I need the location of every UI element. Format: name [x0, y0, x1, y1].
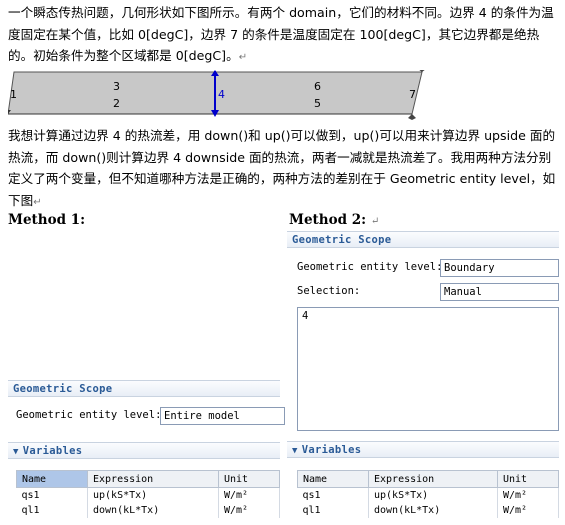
variable-expression-cell[interactable]: up(kS*Tx): [87, 487, 219, 503]
geometric-scope-title: Geometric Scope: [13, 383, 113, 395]
column-header-unit[interactable]: Unit: [497, 470, 559, 488]
intro-text: 一个瞬态传热问题，几何形状如下图所示。有两个 domain，它们的材料不同。边界…: [8, 5, 554, 63]
column-header-name[interactable]: Name: [297, 470, 369, 488]
variable-expression-cell[interactable]: up(kS*Tx): [368, 487, 498, 503]
boundary-5-label: 5: [314, 97, 321, 110]
method-2-heading: Method 2: ↵: [289, 212, 379, 228]
collapse-triangle-icon: ▼: [13, 447, 19, 457]
selection-list-item[interactable]: 4: [302, 310, 308, 322]
variable-name-cell[interactable]: qs1: [16, 487, 88, 503]
paragraph-return-mark: ↵: [33, 196, 42, 208]
table-row[interactable]: ql1 down(kL*Tx) W/m²: [16, 503, 280, 518]
selection-select[interactable]: Manual: [440, 283, 559, 301]
variable-expression-cell[interactable]: down(kL*Tx): [368, 503, 498, 518]
variables-table: Name Expression Unit qs1 up(kS*Tx) W/m² …: [297, 470, 559, 518]
question-paragraph: 我想计算通过边界 4 的热流差，用 down()和 up()可以做到，up()可…: [8, 125, 560, 213]
entity-level-select[interactable]: Boundary: [440, 259, 559, 277]
method-2-heading-text: Method 2:: [289, 212, 367, 228]
boundary-3-label: 3: [113, 80, 120, 93]
variables-table: Name Expression Unit qs1 up(kS*Tx) W/m² …: [16, 470, 280, 518]
paragraph-return-mark: ↵: [370, 216, 380, 227]
variables-header[interactable]: ▼ Variables: [8, 442, 280, 459]
selection-row: Selection: Manual: [287, 283, 559, 301]
paragraph-return-mark: ↵: [238, 52, 248, 63]
entity-level-select[interactable]: Entire model: [160, 407, 285, 425]
boundary-6-label: 6: [314, 80, 321, 93]
variable-name-cell[interactable]: ql1: [16, 503, 88, 518]
column-header-expression[interactable]: Expression: [87, 470, 219, 488]
selection-list[interactable]: 4: [297, 307, 559, 431]
boundary-2-label: 2: [113, 97, 120, 110]
entity-level-row: Geometric entity level: Entire model: [8, 407, 285, 425]
variable-name-cell[interactable]: qs1: [297, 487, 369, 503]
entity-level-row: Geometric entity level: Boundary: [287, 259, 559, 277]
variable-name-cell[interactable]: ql1: [297, 503, 369, 518]
variables-title: Variables: [301, 444, 362, 456]
variables-header[interactable]: ▼ Variables: [287, 441, 559, 458]
geometry-diagram: 1 3 2 4 6 5 7: [8, 70, 425, 120]
entity-level-label: Geometric entity level:: [297, 261, 443, 273]
geometric-scope-header[interactable]: Geometric Scope: [8, 380, 280, 397]
column-header-unit[interactable]: Unit: [218, 470, 280, 488]
entity-level-label: Geometric entity level:: [16, 409, 162, 421]
table-row[interactable]: qs1 up(kS*Tx) W/m²: [297, 487, 559, 503]
method-2-panel: Geometric Scope Geometric entity level: …: [287, 230, 559, 525]
variable-unit-cell: W/m²: [497, 503, 559, 518]
variables-title: Variables: [22, 445, 83, 457]
variable-unit-cell: W/m²: [218, 487, 280, 503]
variable-unit-cell: W/m²: [497, 487, 559, 503]
method-1-panel: Geometric Scope Geometric entity level: …: [8, 378, 285, 525]
question-text: 我想计算通过边界 4 的热流差，用 down()和 up()可以做到，up()可…: [8, 128, 556, 208]
boundary-7-label: 7: [409, 88, 416, 101]
boundary-4-label: 4: [218, 88, 225, 101]
selection-label: Selection:: [297, 285, 361, 297]
table-row[interactable]: ql1 down(kL*Tx) W/m²: [297, 503, 559, 518]
variable-expression-cell[interactable]: down(kL*Tx): [87, 503, 219, 518]
geometric-scope-header[interactable]: Geometric Scope: [287, 231, 559, 248]
column-header-name[interactable]: Name: [16, 470, 88, 488]
intro-paragraph: 一个瞬态传热问题，几何形状如下图所示。有两个 domain，它们的材料不同。边界…: [8, 2, 560, 69]
boundary-1-label: 1: [10, 88, 17, 101]
geometric-scope-title: Geometric Scope: [292, 234, 392, 246]
column-header-expression[interactable]: Expression: [368, 470, 498, 488]
table-row[interactable]: qs1 up(kS*Tx) W/m²: [16, 487, 280, 503]
method-1-heading: Method 1:: [8, 212, 86, 228]
collapse-triangle-icon: ▼: [292, 446, 298, 456]
variable-unit-cell: W/m²: [218, 503, 280, 518]
